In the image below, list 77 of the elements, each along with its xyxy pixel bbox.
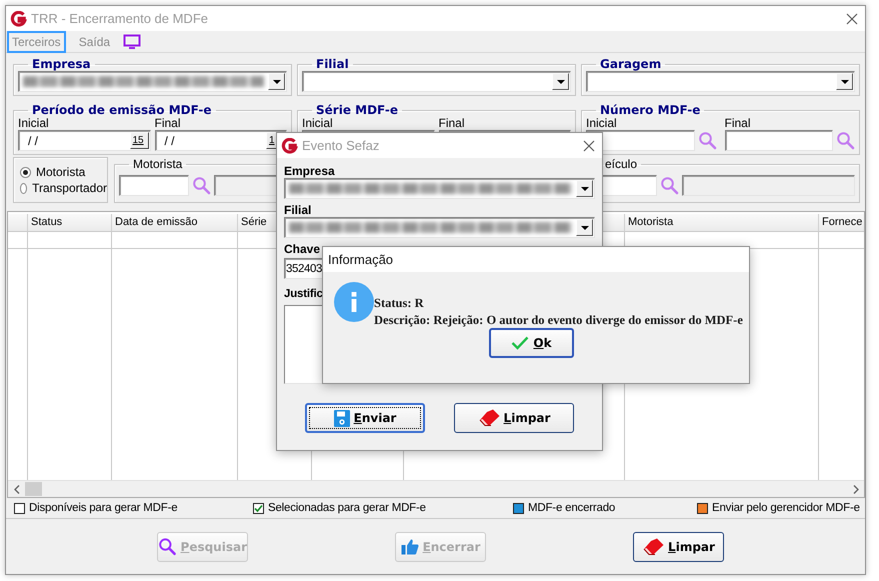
dropdown-button[interactable] bbox=[268, 73, 285, 90]
legend-label: Enviar pelo gerencidor MDF-e bbox=[712, 502, 860, 514]
dropdown-button[interactable] bbox=[576, 180, 593, 197]
field-label: Inicial bbox=[302, 117, 334, 130]
message-text: Descrição: Rejeição: O autor do evento diverge do emissor do MDF-e bbox=[374, 312, 743, 329]
field-label: Final bbox=[154, 117, 182, 130]
column-header[interactable]: Status bbox=[28, 214, 112, 232]
close-icon[interactable] bbox=[846, 12, 858, 24]
caret-icon bbox=[840, 80, 848, 84]
caret-icon bbox=[580, 226, 588, 230]
action-button[interactable]: Limpar bbox=[454, 403, 574, 433]
search-icon bbox=[158, 537, 177, 556]
dropdown-field[interactable] bbox=[302, 71, 571, 92]
dropdown-button[interactable] bbox=[552, 73, 569, 90]
group-title: Motorista bbox=[133, 157, 182, 171]
search-icon[interactable] bbox=[660, 176, 679, 195]
eraser-icon bbox=[478, 409, 500, 427]
monitor-icon[interactable] bbox=[123, 34, 142, 50]
input-field[interactable] bbox=[682, 175, 855, 196]
caret-icon bbox=[580, 186, 588, 190]
group-title: Garagem bbox=[600, 57, 662, 71]
dropdown-field[interactable] bbox=[284, 178, 595, 199]
field-label: Empresa bbox=[284, 164, 335, 178]
group-title: Empresa bbox=[32, 57, 91, 71]
dropdown-field[interactable] bbox=[18, 71, 287, 92]
group-title: eículo bbox=[605, 157, 638, 171]
eraser-icon bbox=[642, 538, 664, 556]
field-label: Chave bbox=[284, 242, 320, 256]
search-icon[interactable] bbox=[836, 131, 855, 150]
dropdown-field[interactable] bbox=[284, 217, 595, 238]
field-label: Final bbox=[438, 117, 466, 130]
group-title: Número MDF-e bbox=[600, 103, 700, 117]
field-label: Filial bbox=[284, 203, 312, 217]
logo-icon bbox=[281, 138, 298, 154]
logo-icon bbox=[10, 10, 27, 26]
input-field[interactable] bbox=[119, 175, 189, 196]
field-label: Inicial bbox=[18, 117, 50, 130]
horizontal-scrollbar[interactable] bbox=[8, 480, 864, 497]
field-value: / / bbox=[28, 134, 38, 148]
radio-button[interactable]: Transportador bbox=[20, 181, 107, 195]
calendar-button[interactable]: 15 bbox=[130, 132, 148, 149]
close-icon[interactable] bbox=[583, 140, 595, 152]
action-button[interactable]: Enviar bbox=[305, 403, 425, 433]
action-button[interactable]: Limpar bbox=[633, 532, 724, 562]
group-title: Período de emissão MDF-e bbox=[32, 103, 212, 117]
field-label: Inicial bbox=[586, 117, 618, 130]
action-button[interactable]: Ok bbox=[489, 328, 574, 358]
dropdown-button[interactable] bbox=[836, 73, 853, 90]
dropdown-button[interactable] bbox=[576, 219, 593, 236]
field-value: / / bbox=[164, 134, 175, 148]
checkmark-icon bbox=[511, 336, 530, 350]
field-label: Justific bbox=[284, 287, 323, 301]
caret-icon bbox=[272, 80, 280, 84]
legend-label: MDF-e encerrado bbox=[528, 502, 616, 514]
scrollbar-thumb[interactable] bbox=[25, 482, 42, 496]
date-field[interactable]: / / 15 bbox=[18, 130, 150, 151]
radio-button[interactable]: Motorista bbox=[20, 165, 107, 179]
group-title: Filial bbox=[316, 57, 349, 71]
input-field[interactable] bbox=[724, 130, 833, 151]
column-header[interactable]: Data de emissão bbox=[112, 214, 238, 232]
window-title: TRR - Encerramento de MDFe bbox=[31, 11, 208, 26]
search-icon[interactable] bbox=[192, 176, 211, 195]
caret-icon bbox=[556, 80, 564, 84]
date-field[interactable]: / / 1 bbox=[154, 130, 287, 151]
dropdown-field[interactable] bbox=[586, 71, 855, 92]
thumbs-up-icon bbox=[400, 538, 419, 555]
info-icon bbox=[334, 282, 374, 322]
column-header[interactable]: Motorista bbox=[625, 214, 819, 232]
legend-label: Selecionadas para gerar MDF-e bbox=[268, 502, 426, 514]
search-icon[interactable] bbox=[698, 131, 716, 150]
window-title: Informação bbox=[328, 252, 394, 267]
window-title: Evento Sefaz bbox=[302, 138, 380, 153]
message-text: Status: R bbox=[374, 295, 425, 312]
column-header[interactable]: Fornece bbox=[819, 214, 864, 232]
legend-label: Disponíveis para gerar MDF-e bbox=[29, 502, 178, 514]
group-title: Série MDF-e bbox=[316, 103, 398, 117]
field-label: Final bbox=[724, 117, 752, 130]
